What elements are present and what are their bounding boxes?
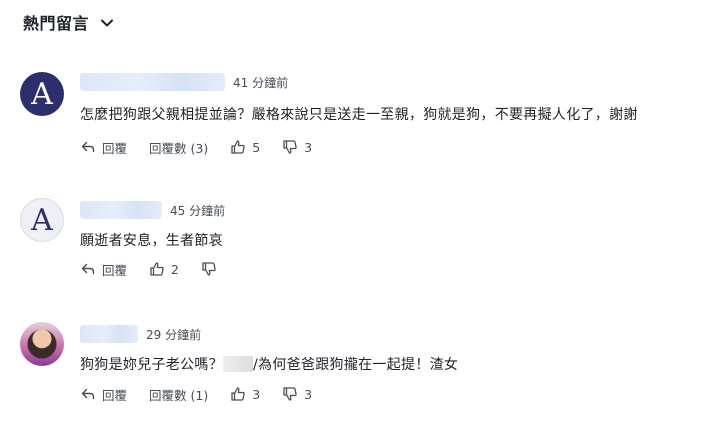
chevron-down-icon[interactable]	[99, 15, 115, 31]
reply-button[interactable]: 回覆	[80, 260, 127, 279]
dislike-button[interactable]	[201, 261, 217, 277]
thumbs-up-icon	[231, 140, 245, 154]
comment-text: 狗狗是妳兒子老公嗎？ /為何爸爸跟狗攏在一起提！渣女	[80, 354, 458, 374]
replies-count-label: 回覆數 (3)	[149, 140, 209, 156]
dislike-count: 3	[304, 139, 313, 155]
comment-text-part: 狗狗是妳兒子老公嗎？	[80, 357, 223, 373]
reply-button[interactable]: 回覆	[80, 385, 127, 404]
reply-label: 回覆	[102, 262, 128, 278]
like-count: 3	[252, 386, 261, 402]
username-redacted[interactable]	[80, 201, 162, 219]
avatar[interactable]: A	[20, 72, 64, 116]
comment-text-part: /為何爸爸跟狗攏在一起提！渣女	[253, 357, 459, 373]
reply-icon	[81, 263, 95, 275]
thumbs-up-icon	[231, 387, 245, 401]
like-button[interactable]: 2	[149, 261, 179, 277]
comment-text: 怎麼把狗跟父親相提並論？嚴格來說只是送走一至親，狗就是狗，不要再擬人化了，謝謝	[80, 107, 638, 123]
comment-meta: 41 分鐘前	[80, 72, 288, 92]
redacted-text	[223, 356, 253, 372]
reply-button[interactable]: 回覆	[80, 138, 127, 157]
avatar[interactable]	[20, 322, 64, 366]
dislike-button[interactable]: 3	[282, 139, 312, 155]
username-redacted[interactable]	[80, 325, 138, 343]
avatar-letter: A	[31, 203, 53, 238]
comment-actions: 回覆 回覆數 (1) 3 3	[80, 385, 334, 403]
comment-meta: 29 分鐘前	[80, 324, 201, 344]
comment-time: 41 分鐘前	[233, 75, 289, 90]
username-redacted[interactable]	[80, 73, 225, 91]
reply-icon	[81, 388, 95, 400]
like-button[interactable]: 3	[230, 386, 260, 402]
thumbs-down-icon	[202, 262, 216, 276]
view-replies-button[interactable]: 回覆數 (3)	[149, 138, 208, 157]
thumbs-down-icon	[283, 387, 297, 401]
reply-icon	[81, 141, 95, 153]
thumbs-up-icon	[150, 262, 164, 276]
thumbs-down-icon	[283, 140, 297, 154]
comment-meta: 45 分鐘前	[80, 200, 225, 220]
avatar[interactable]: A	[20, 198, 64, 242]
comment-time: 45 分鐘前	[170, 203, 226, 218]
comment-actions: 回覆 回覆數 (3) 5 3	[80, 138, 334, 156]
header-title: 熱門留言	[23, 14, 90, 33]
comment-actions: 回覆 2	[80, 260, 239, 278]
like-count: 5	[252, 139, 261, 155]
view-replies-button[interactable]: 回覆數 (1)	[149, 385, 208, 404]
dislike-button[interactable]: 3	[282, 386, 312, 402]
like-button[interactable]: 5	[230, 139, 260, 155]
comment-text: 願逝者安息，生者節哀	[80, 233, 223, 249]
avatar-letter: A	[31, 77, 53, 112]
comments-header[interactable]: 熱門留言	[23, 10, 115, 34]
replies-count-label: 回覆數 (1)	[149, 387, 209, 403]
reply-label: 回覆	[102, 140, 128, 156]
comment-time: 29 分鐘前	[146, 327, 202, 342]
like-count: 2	[171, 261, 179, 277]
dislike-count: 3	[304, 386, 313, 402]
reply-label: 回覆	[102, 387, 128, 403]
